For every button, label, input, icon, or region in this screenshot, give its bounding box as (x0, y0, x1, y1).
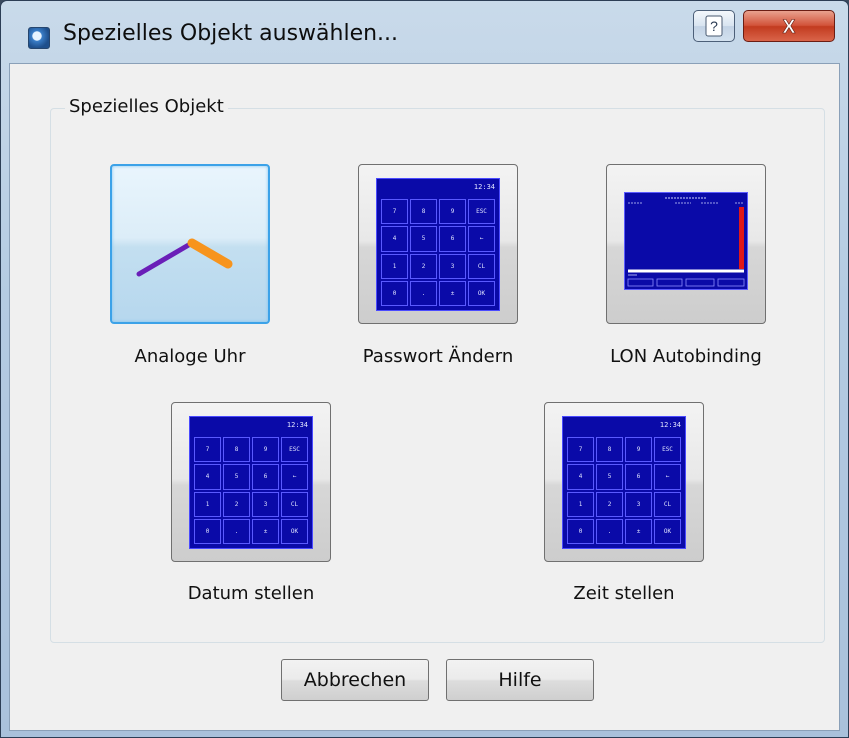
keypad-key: ← (281, 464, 308, 490)
keypad-key: 5 (223, 464, 250, 490)
tile-analoge-uhr[interactable] (110, 164, 270, 324)
keypad-key: ← (654, 464, 681, 490)
tile-label-analoge-uhr: Analoge Uhr (134, 346, 246, 367)
keypad-key: . (410, 280, 437, 306)
keypad-key: ± (625, 518, 652, 544)
keypad-key: ESC (654, 437, 681, 463)
keypad-key: 7 (381, 199, 408, 225)
keypad-preview: 12:34 7 8 9 ESC 4 5 6 ← 1 2 3 CL 0 . ± O… (189, 416, 313, 549)
help-glyph: ? (710, 18, 718, 34)
keypad-key: 8 (596, 437, 623, 463)
keypad-key: 4 (567, 464, 594, 490)
group-label: Spezielles Objekt (65, 96, 228, 117)
analog-clock-icon (136, 238, 233, 277)
title-bar[interactable]: Spezielles Objekt auswählen... ? X (1, 1, 848, 63)
keypad-display: 12:34 (286, 421, 308, 429)
window-title: Spezielles Objekt auswählen... (63, 21, 399, 46)
help-button[interactable]: Hilfe (446, 659, 594, 701)
keypad-key: OK (654, 518, 681, 544)
cancel-button[interactable]: Abbrechen (281, 659, 429, 701)
keypad-key: CL (468, 253, 495, 279)
keypad-key: 9 (252, 437, 279, 463)
keypad-key: 3 (439, 253, 466, 279)
keypad-key: ← (468, 226, 495, 252)
tile-label-lon-autobinding: LON Autobinding (610, 346, 762, 367)
tile-lon-autobinding[interactable] (606, 164, 766, 324)
keypad-display: 12:34 (659, 421, 681, 429)
keypad-grid: 7 8 9 ESC 4 5 6 ← 1 2 3 CL 0 . ± OK (194, 437, 308, 544)
keypad-key: 8 (223, 437, 250, 463)
keypad-grid: 7 8 9 ESC 4 5 6 ← 1 2 3 CL 0 . ± OK (567, 437, 681, 544)
keypad-key: 2 (596, 491, 623, 517)
special-object-group: Spezielles Objekt Analoge Uhr 12:34 7 8 … (50, 96, 825, 643)
dialog-window: Spezielles Objekt auswählen... ? X Spezi… (0, 0, 849, 738)
keypad-preview: 12:34 7 8 9 ESC 4 5 6 ← 1 2 3 CL 0 . ± O… (562, 416, 686, 549)
keypad-key: 3 (252, 491, 279, 517)
keypad-key: ESC (281, 437, 308, 463)
keypad-key: 1 (567, 491, 594, 517)
tile-datum-stellen[interactable]: 12:34 7 8 9 ESC 4 5 6 ← 1 2 3 CL 0 . ± O… (171, 402, 331, 562)
app-icon (28, 27, 50, 49)
help-titlebar-button[interactable]: ? (693, 10, 735, 42)
keypad-key: OK (468, 280, 495, 306)
keypad-key: 3 (625, 491, 652, 517)
tile-label-datum-stellen: Datum stellen (187, 583, 315, 604)
close-icon: X (782, 17, 796, 36)
keypad-key: 1 (194, 491, 221, 517)
keypad-key: 6 (439, 226, 466, 252)
dialog-content: Spezielles Objekt Analoge Uhr 12:34 7 8 … (9, 63, 840, 731)
keypad-key: 5 (596, 464, 623, 490)
question-icon: ? (705, 15, 723, 37)
keypad-key: 0 (567, 518, 594, 544)
close-glyph: X (783, 17, 796, 36)
keypad-key: 5 (410, 226, 437, 252)
keypad-key: 0 (381, 280, 408, 306)
close-button[interactable]: X (743, 10, 835, 42)
tile-label-zeit-stellen: Zeit stellen (573, 583, 675, 604)
keypad-key: 7 (194, 437, 221, 463)
keypad-key: CL (281, 491, 308, 517)
keypad-key: 8 (410, 199, 437, 225)
keypad-key: 2 (223, 491, 250, 517)
keypad-display: 12:34 (473, 183, 495, 191)
keypad-key: 4 (381, 226, 408, 252)
keypad-key: 2 (410, 253, 437, 279)
keypad-key: 7 (567, 437, 594, 463)
keypad-key: 6 (252, 464, 279, 490)
tile-label-passwort-aendern: Passwort Ändern (362, 346, 514, 367)
keypad-key: 9 (625, 437, 652, 463)
tile-zeit-stellen[interactable]: 12:34 7 8 9 ESC 4 5 6 ← 1 2 3 CL 0 . ± O… (544, 402, 704, 562)
lon-screen-icon (627, 197, 745, 287)
tile-passwort-aendern[interactable]: 12:34 7 8 9 ESC 4 5 6 ← 1 2 3 CL 0 . ± O… (358, 164, 518, 324)
keypad-key: 4 (194, 464, 221, 490)
keypad-key: ± (439, 280, 466, 306)
keypad-key: OK (281, 518, 308, 544)
keypad-key: . (223, 518, 250, 544)
keypad-key: . (596, 518, 623, 544)
keypad-key: ± (252, 518, 279, 544)
keypad-key: 1 (381, 253, 408, 279)
keypad-key: 6 (625, 464, 652, 490)
keypad-key: 9 (439, 199, 466, 225)
keypad-key: CL (654, 491, 681, 517)
keypad-preview: 12:34 7 8 9 ESC 4 5 6 ← 1 2 3 CL 0 . ± O… (376, 178, 500, 311)
keypad-key: ESC (468, 199, 495, 225)
lon-screen-preview (624, 192, 748, 290)
keypad-grid: 7 8 9 ESC 4 5 6 ← 1 2 3 CL 0 . ± OK (381, 199, 495, 306)
keypad-key: 0 (194, 518, 221, 544)
